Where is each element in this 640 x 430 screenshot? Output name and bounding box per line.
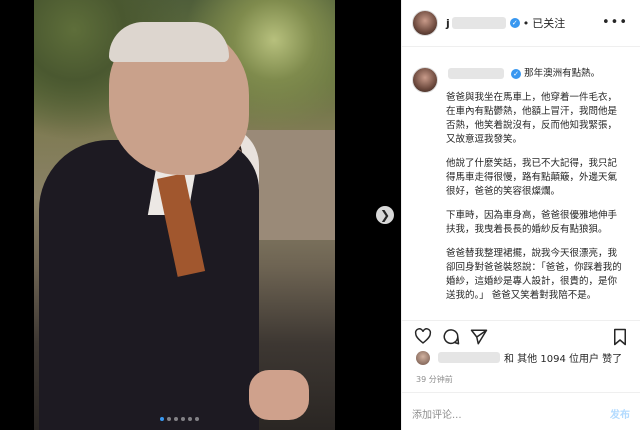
photo-viewer: ❯ [0, 0, 401, 430]
caption-title: 那年澳洲有點熱。 [524, 68, 601, 79]
share-icon[interactable] [470, 328, 488, 350]
photo-man-suit [39, 140, 259, 430]
photo-hand [249, 370, 309, 420]
comment-input[interactable]: 添加评论... [412, 406, 462, 421]
post-comment-button[interactable]: 发布 [610, 406, 630, 421]
comment-icon[interactable] [442, 328, 460, 350]
caption-title-line: ✓ 那年澳洲有點熱。 [446, 67, 626, 81]
caption-row: ✓ 那年澳洲有點熱。 爸爸與我坐在馬車上，他穿着一件毛衣，在車內有點鬱熱，他額上… [412, 67, 632, 313]
likes-summary: 和 其他 1094 位用户 赞了 [416, 350, 622, 365]
header-separator: • [522, 16, 530, 30]
carousel-dot[interactable] [174, 417, 178, 421]
caption-author-avatar[interactable] [412, 67, 438, 93]
caption-text: ✓ 那年澳洲有點熱。 爸爸與我坐在馬車上，他穿着一件毛衣，在車內有點鬱熱，他額上… [446, 67, 626, 313]
caption-area: ✓ 那年澳洲有點熱。 爸爸與我坐在馬車上，他穿着一件毛衣，在車內有點鬱熱，他額上… [402, 47, 640, 320]
bookmark-icon[interactable] [612, 328, 628, 350]
username-redacted [451, 17, 506, 29]
chevron-right-icon: ❯ [379, 208, 391, 222]
follow-status-button[interactable]: 已关注 [532, 15, 565, 31]
carousel-dot[interactable] [188, 417, 192, 421]
photo-man-hair [109, 22, 229, 62]
likes-text[interactable]: 和 其他 1094 位用户 赞了 [504, 350, 622, 365]
caption-paragraph-3: 下車時，因為車身高，爸爸很優雅地伸手扶我，我曳着長長的婚紗反有點狼狽。 [446, 210, 618, 235]
post-header: j ✓ • 已关注 ••• [402, 0, 640, 47]
comment-form: 添加评论... 发布 [402, 392, 640, 430]
liker-avatar[interactable] [416, 350, 430, 365]
post-sidebar: j ✓ • 已关注 ••• ✓ 那年澳洲有點熱。 爸爸與我坐在馬車上，他穿着一件… [401, 0, 640, 430]
caption-paragraph-4: 爸爸替我整理裙擺，說我今天很漂亮，我卻回身對爸爸裝怒說：「爸爸，你踩着我的婚紗，… [446, 248, 622, 301]
post-photo[interactable] [34, 0, 335, 430]
post-timestamp[interactable]: 39 分钟前 [416, 374, 453, 385]
author-username[interactable]: j [446, 17, 450, 30]
caption-verified-icon: ✓ [511, 69, 522, 79]
heart-icon[interactable] [414, 328, 432, 348]
more-options-icon[interactable]: ••• [602, 15, 628, 30]
carousel-dot[interactable] [181, 417, 185, 421]
carousel-dot[interactable] [160, 417, 164, 421]
caption-paragraph-2: 他說了什麼笑話，我已不大記得，我只記得馬車走得很慢，路有點顛簸，外邊天氣很好，爸… [446, 158, 618, 197]
carousel-dot[interactable] [167, 417, 171, 421]
carousel-dot[interactable] [195, 417, 199, 421]
action-bar [402, 320, 640, 351]
carousel-dots [160, 417, 199, 421]
author-avatar[interactable] [412, 10, 438, 36]
caption-paragraph-1: 爸爸與我坐在馬車上，他穿着一件毛衣，在車內有點鬱熱，他額上冒汗，我問他是否熱，他… [446, 92, 618, 145]
liker-name-redacted[interactable] [438, 352, 500, 363]
carousel-next-button[interactable]: ❯ [376, 206, 394, 224]
caption-username-redacted[interactable] [448, 68, 504, 79]
verified-badge-icon: ✓ [509, 18, 520, 28]
